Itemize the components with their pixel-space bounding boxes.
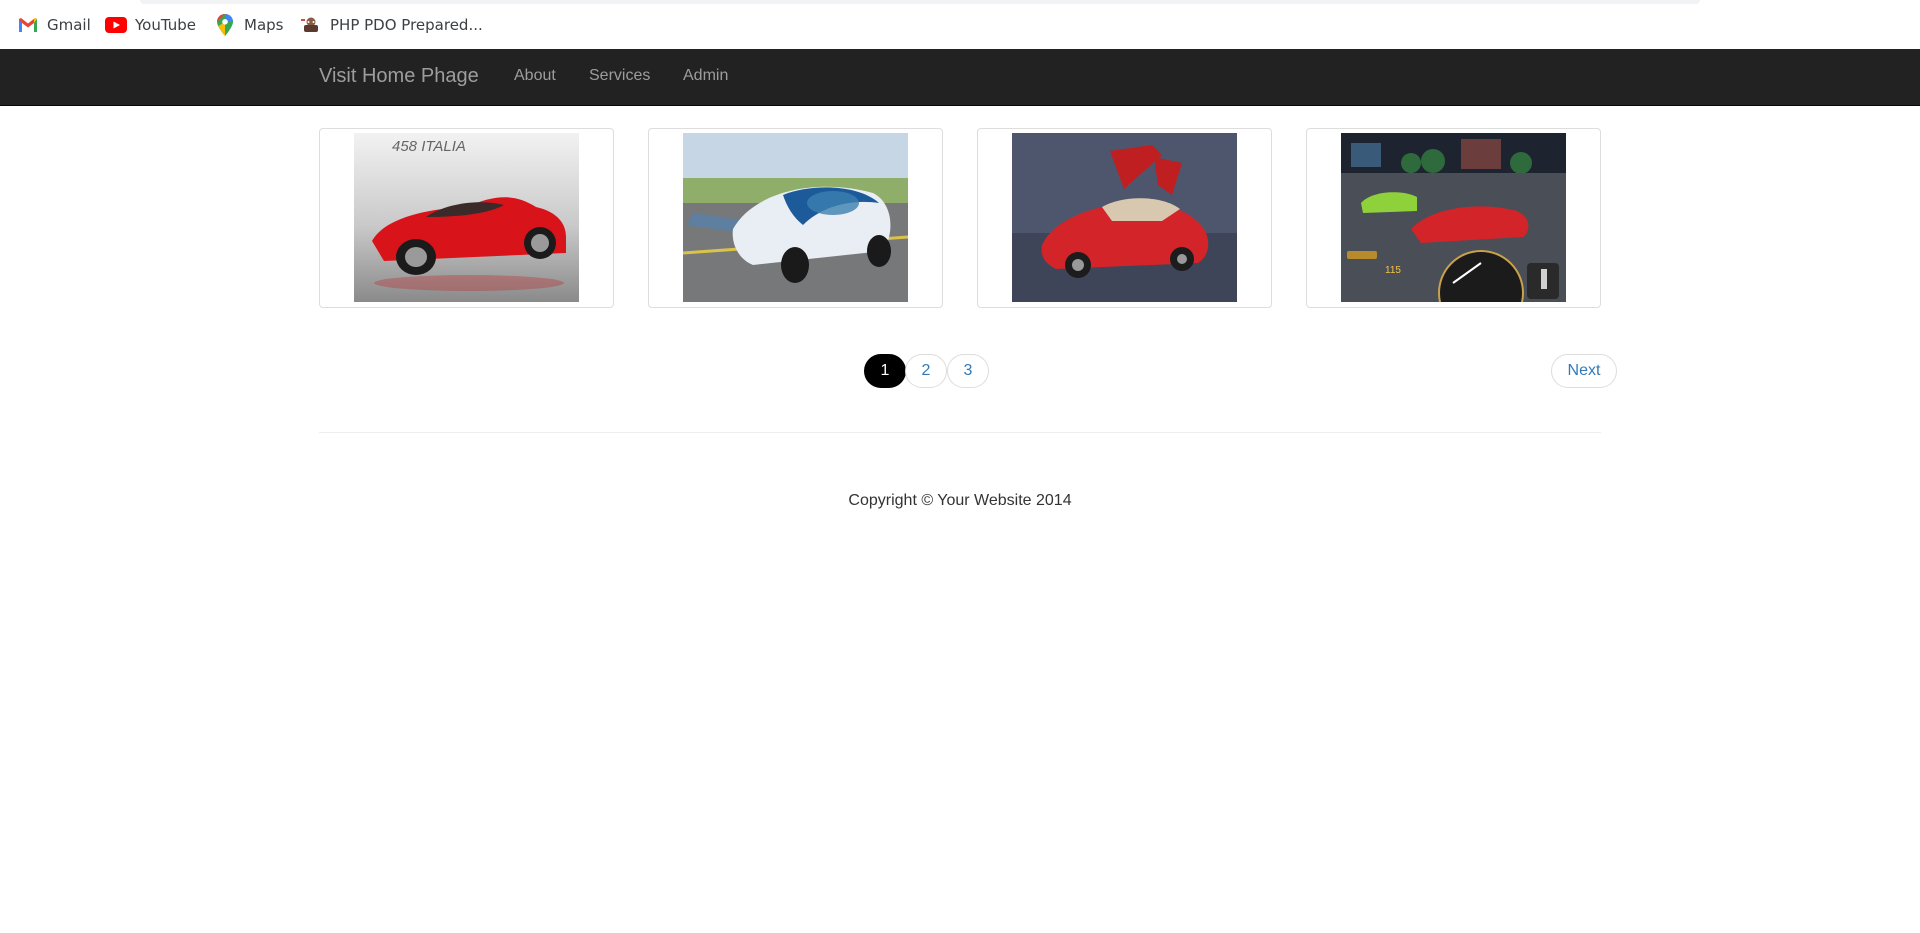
bookmark-label: Gmail [47,16,91,34]
pagination-page-3[interactable]: 3 [947,354,989,388]
pagination-page-1[interactable]: 1 [864,354,906,388]
bookmark-gmail[interactable]: Gmail [17,13,91,37]
gmail-icon [17,14,39,36]
address-bar-edge [140,0,1700,4]
gallery-thumbnail-2[interactable] [648,128,943,308]
car-image-ferrari: 458 ITALIA [354,133,579,302]
car-image-gullwing [1012,133,1237,302]
gallery-thumbnail-3[interactable] [977,128,1272,308]
bookmark-label: PHP PDO Prepared... [330,16,483,34]
bookmark-php-pdo[interactable]: PHP PDO Prepared... [300,13,483,37]
footer-copyright: Copyright © Your Website 2014 [848,492,1072,509]
youtube-icon [105,14,127,36]
bookmarks-bar: Gmail YouTube Maps PHP PDO Prepared... [0,0,1920,49]
bookmark-label: Maps [244,16,284,34]
car-image-racing-game: 115 [1341,133,1566,302]
bookmark-youtube[interactable]: YouTube [105,13,196,37]
nav-link-services[interactable]: Services [589,67,650,85]
car-image-flying-car [683,133,908,302]
gallery-thumbnail-4[interactable]: 115 [1306,128,1601,308]
ferrari-overlay-text: 458 ITALIA [392,138,466,155]
top-navbar: Visit Home Phage About Services Admin [0,49,1920,106]
racing-speed-text: 115 [1385,265,1401,276]
navbar-brand[interactable]: Visit Home Phage [319,65,479,88]
maps-icon [214,14,236,36]
nav-link-about[interactable]: About [514,67,556,85]
pagination-page-2[interactable]: 2 [905,354,947,388]
bookmark-maps[interactable]: Maps [214,13,283,37]
php-favicon-icon [300,14,322,36]
gallery-thumbnail-1[interactable]: 458 ITALIA [319,128,614,308]
footer-divider [319,432,1601,433]
bookmark-label: YouTube [135,16,196,34]
pagination-next-button[interactable]: Next [1551,354,1617,388]
nav-link-admin[interactable]: Admin [683,67,728,85]
